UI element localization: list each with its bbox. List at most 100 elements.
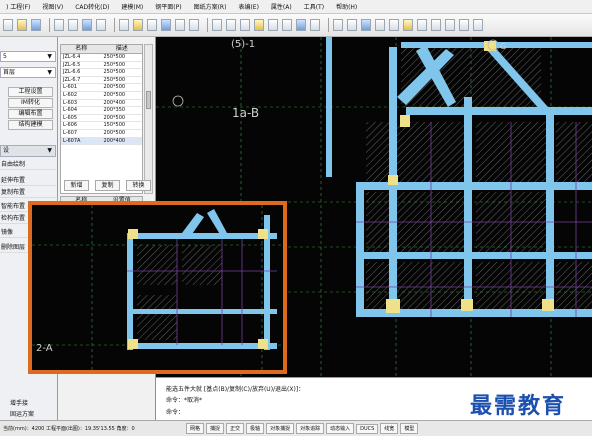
zoom-icon[interactable] <box>82 19 92 31</box>
toolbar <box>0 14 592 37</box>
list-row-selected[interactable]: L-607A 200*400 <box>61 137 142 146</box>
extend-icon[interactable] <box>296 19 306 31</box>
menu-item-cad-convert[interactable]: CAD转化(D) <box>69 2 115 11</box>
status-toggle-otrack[interactable]: 对象追踪 <box>296 423 325 434</box>
table-icon[interactable] <box>417 19 427 31</box>
tool-item-free-draw[interactable]: 自由绘制 <box>0 159 56 170</box>
settings-section-header[interactable]: 设 ▼ <box>0 145 56 157</box>
copy-component-button[interactable]: 复制 <box>95 180 120 191</box>
mirror-icon[interactable] <box>240 19 250 31</box>
status-toggle-dyn[interactable]: 动态输入 <box>326 423 355 434</box>
offset-icon[interactable] <box>268 19 278 31</box>
undo-icon[interactable] <box>54 19 64 31</box>
menu-bar: ) 工程(F) 视图(V) CAD转化(D) 建模(M) 钢平面(P) 图纸方案… <box>0 0 592 14</box>
trim-icon[interactable] <box>282 19 292 31</box>
list-header: 名称 描述 <box>60 44 143 54</box>
menu-item-edit[interactable]: 表编(E) <box>232 2 264 11</box>
settings-icon[interactable] <box>473 19 483 31</box>
column-header-description[interactable]: 描述 <box>102 45 143 53</box>
tool-item-copy-layout[interactable]: 复制布置 <box>0 187 56 198</box>
measure-icon[interactable] <box>333 19 343 31</box>
beam-icon[interactable] <box>161 19 171 31</box>
new-file-icon[interactable] <box>3 19 13 31</box>
redo-icon[interactable] <box>68 19 78 31</box>
menu-item-project[interactable]: ) 工程(F) <box>0 2 36 11</box>
layer-icon[interactable] <box>133 19 143 31</box>
status-toggle-grid[interactable]: 网格 <box>186 423 205 434</box>
project-settings-button[interactable]: 工程设置 <box>8 87 53 97</box>
copy-icon[interactable] <box>212 19 222 31</box>
wall-icon[interactable] <box>189 19 199 31</box>
list-row[interactable]: L-602 200*500 <box>61 92 142 100</box>
list-row[interactable]: JZL-6.5 250*500 <box>61 62 142 70</box>
hatch-icon[interactable] <box>389 19 399 31</box>
menu-item-modeling[interactable]: 建模(M) <box>115 2 149 11</box>
im-convert-button[interactable]: IM转化 <box>8 98 53 108</box>
dimension-icon[interactable] <box>361 19 371 31</box>
floor-dropdown[interactable]: 首层 ▼ <box>0 67 56 78</box>
break-icon[interactable] <box>310 19 320 31</box>
list-row[interactable]: L-607 200*500 <box>61 130 142 138</box>
grid-icon[interactable] <box>375 19 385 31</box>
block-icon[interactable] <box>403 19 413 31</box>
axis-label-5-1: (5)-1 <box>231 39 255 50</box>
list-scrollbar[interactable] <box>144 44 153 194</box>
select-icon[interactable] <box>119 19 129 31</box>
line-icon[interactable] <box>147 19 157 31</box>
status-toggle-snap[interactable]: 捕捉 <box>206 423 225 434</box>
list-row[interactable]: L-606 150*500 <box>61 122 142 130</box>
status-toggle-ortho[interactable]: 正交 <box>226 423 245 434</box>
toolbar-separator <box>207 18 208 32</box>
tool-item-extend-layout[interactable]: 延伸布置 <box>0 175 56 186</box>
edit-layout-button[interactable]: 编辑布置 <box>8 109 53 119</box>
menu-item-tools[interactable]: 工具(T) <box>298 2 330 11</box>
list-row[interactable]: JZL-6.6 250*500 <box>61 69 142 77</box>
list-cell-name: L-607A <box>63 137 81 144</box>
status-toggle-ducs[interactable]: DUCS <box>356 423 379 434</box>
list-row[interactable]: JZL-6.7 250*500 <box>61 77 142 85</box>
menu-item-properties[interactable]: 属性(A) <box>265 2 298 11</box>
bottom-left-button[interactable]: 固运方案 <box>10 409 34 418</box>
command-history-line: 能选五件大就 [基点(B)/复制(C)/放弃(U)/退出(X)]： <box>166 386 305 393</box>
toolbar-separator <box>49 18 50 32</box>
status-toggle-polar[interactable]: 极轴 <box>246 423 265 434</box>
menu-item-steel-plan[interactable]: 钢平面(P) <box>149 2 187 11</box>
structure-model-button[interactable]: 结构建模 <box>8 120 53 130</box>
save-icon[interactable] <box>31 19 41 31</box>
status-toggle-osnap[interactable]: 对象捕捉 <box>266 423 295 434</box>
print-icon[interactable] <box>445 19 455 31</box>
list-cell-name: L-601 <box>63 84 78 91</box>
list-row[interactable]: L-601 200*500 <box>61 84 142 92</box>
slab-hatch <box>366 47 592 312</box>
column-icon[interactable] <box>175 19 185 31</box>
list-cell-name: L-605 <box>63 114 78 121</box>
scrollbar-thumb[interactable] <box>146 91 151 109</box>
menu-item-drawing-scheme[interactable]: 图纸方案(R) <box>188 2 233 11</box>
convert-component-button[interactable]: 转换 <box>126 180 151 191</box>
status-toggle-model[interactable]: 模型 <box>400 423 419 434</box>
open-folder-icon[interactable] <box>17 19 27 31</box>
status-toggle-lineweight[interactable]: 线宽 <box>380 423 399 434</box>
list-row[interactable]: L-604 200*350 <box>61 107 142 115</box>
list-row[interactable]: JZL-6.4 250*500 <box>61 54 142 62</box>
move-icon[interactable] <box>226 19 236 31</box>
menu-item-view[interactable]: 视图(V) <box>36 2 69 11</box>
list-cell-name: JZL-6.7 <box>63 76 81 83</box>
command-prompt[interactable]: 命令： <box>166 407 184 416</box>
add-component-button[interactable]: 新增 <box>64 180 89 191</box>
list-row[interactable]: L-603 200*400 <box>61 100 142 108</box>
component-dropdown[interactable]: 5 ▼ <box>0 51 56 62</box>
column-header-name[interactable]: 名称 <box>61 45 102 53</box>
pan-icon[interactable] <box>96 19 106 31</box>
chevron-down-icon: ▼ <box>47 53 52 60</box>
report-icon[interactable] <box>431 19 441 31</box>
menu-item-help[interactable]: 帮助(H) <box>330 2 363 11</box>
component-list: JZL-6.4 250*500 JZL-6.5 250*500 JZL-6.6 250… <box>60 54 143 194</box>
list-row[interactable]: L-605 200*500 <box>61 115 142 123</box>
bottom-left-button[interactable]: 增手接 <box>10 398 28 407</box>
axis-bubble <box>172 95 184 107</box>
rotate-icon[interactable] <box>254 19 264 31</box>
export-icon[interactable] <box>459 19 469 31</box>
chevron-down-icon: ▼ <box>47 147 52 154</box>
text-icon[interactable] <box>347 19 357 31</box>
